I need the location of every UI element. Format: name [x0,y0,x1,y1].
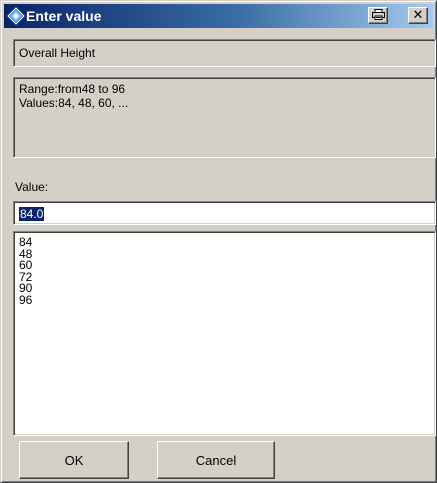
dialog-window: Enter value ✕ Overall Height Range:from4… [0,0,437,483]
close-button[interactable]: ✕ [408,7,428,24]
cancel-button[interactable]: Cancel [157,441,275,479]
close-icon: ✕ [412,8,424,23]
print-icon [371,7,385,25]
value-label: Value: [15,180,49,194]
value-input-text: 84.0 [19,207,45,221]
ok-button[interactable]: OK [19,441,129,479]
title-bar[interactable]: Enter value ✕ [4,4,433,28]
print-button[interactable] [368,7,388,24]
value-input[interactable]: 84.0 [13,201,436,225]
values-list[interactable]: 84 48 60 72 90 96 [13,231,436,436]
field-name-box: Overall Height [13,39,436,67]
window-title: Enter value [26,8,102,24]
values-list-items: 84 48 60 72 90 96 [19,236,32,307]
field-name: Overall Height [19,46,96,60]
list-item[interactable]: 96 [19,294,32,307]
values-text: Values:84, 48, 60, ... [19,96,129,110]
app-diamond-icon [7,7,25,25]
range-info-box: Range:from48 to 96 Values:84, 48, 60, ..… [13,77,436,158]
range-text: Range:from48 to 96 [19,82,126,96]
